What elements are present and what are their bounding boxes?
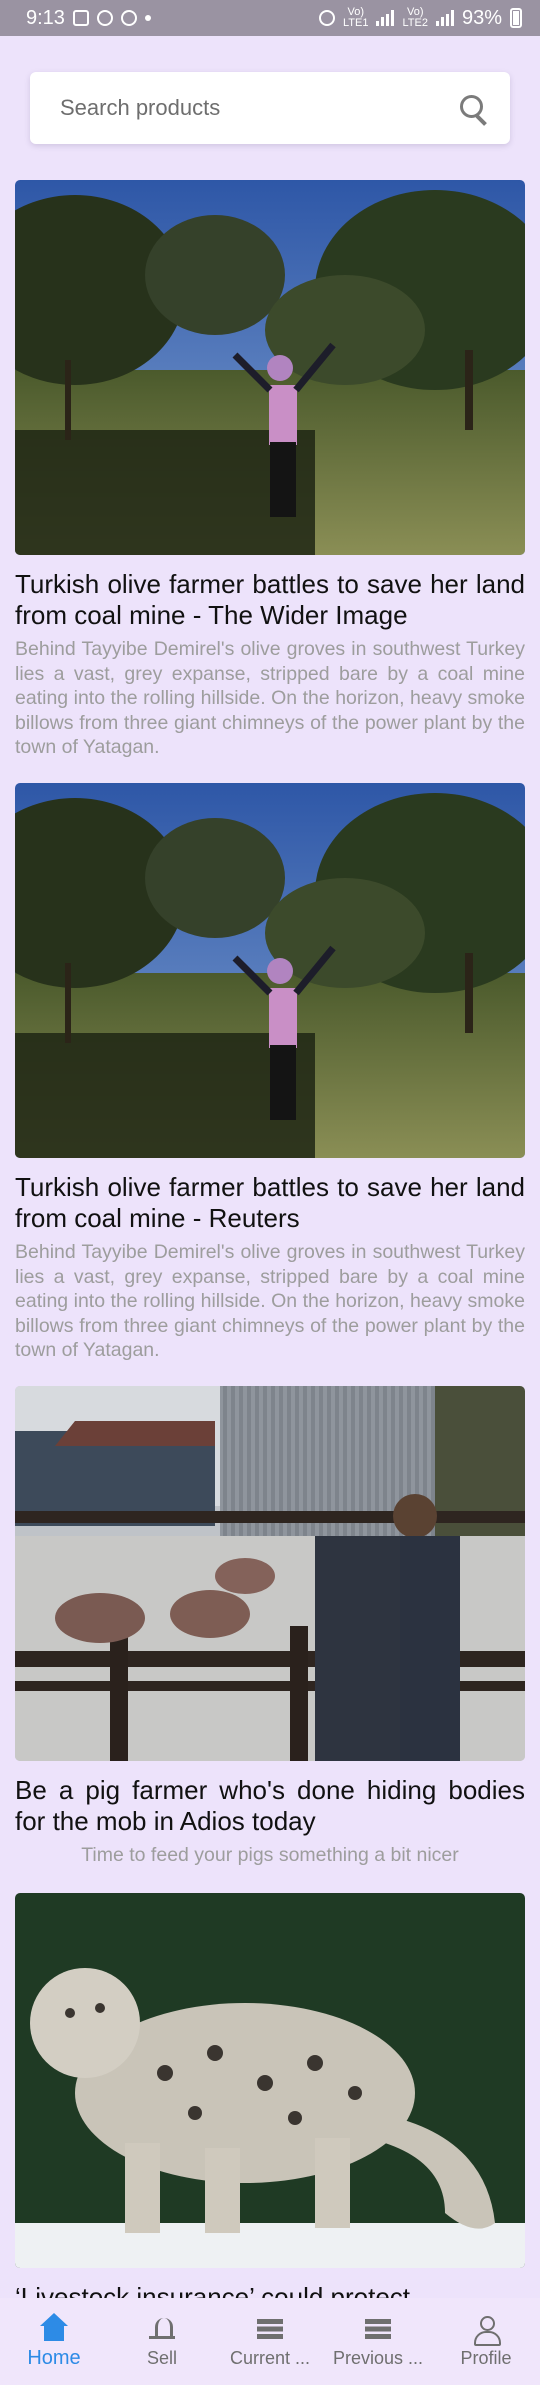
status-left: 9:13 [26, 7, 151, 30]
article-title[interactable]: Be a pig farmer who's done hiding bodies… [15, 1775, 525, 1837]
nav-sell[interactable]: Sell [108, 2314, 216, 2369]
home-icon [39, 2313, 69, 2343]
article-card-4[interactable]: ‘Livestock insurance’ could protect [15, 1893, 525, 2313]
whatsapp-notification-icon [96, 10, 113, 26]
nav-previous-label: Previous ... [332, 2348, 424, 2368]
nav-profile[interactable]: Profile [432, 2314, 540, 2369]
profile-icon [471, 2314, 501, 2346]
gallery-notification-icon [72, 10, 89, 26]
snow-leopard-photo[interactable] [15, 1893, 525, 2268]
article-card-3[interactable]: Be a pig farmer who's done hiding bodies… [15, 1386, 525, 1868]
status-right: Vo) LTE1 Vo) LTE2 93% [319, 7, 522, 30]
article-description: Time to feed your pigs something a bit n… [81, 1844, 459, 1866]
search-icon[interactable] [458, 93, 488, 123]
nav-current[interactable]: Current ... [216, 2314, 324, 2369]
network-1-label: Vo) LTE1 [343, 7, 368, 29]
bottom-navigation: Home Sell Current ... Previous ... Profi… [0, 2298, 540, 2385]
status-bar: 9:13 Vo) LTE1 Vo) LTE2 93% [0, 0, 540, 36]
list-icon [363, 2314, 393, 2344]
article-description: Behind Tayyibe Demirel's olive groves in… [15, 638, 525, 758]
lte-1-text: LTE1 [343, 17, 369, 29]
battery-percent: 93% [461, 6, 502, 29]
status-time: 9:13 [26, 6, 65, 29]
search-input[interactable] [60, 95, 440, 121]
pig-farm-game-screenshot[interactable] [15, 1386, 525, 1761]
battery-icon [510, 8, 522, 28]
signal-2-icon [435, 10, 454, 26]
nav-current-label: Current ... [229, 2348, 311, 2368]
nav-sell-label: Sell [146, 2348, 177, 2368]
lte-2-text: LTE2 [402, 17, 428, 29]
article-title[interactable]: Turkish olive farmer battles to save her… [15, 1172, 525, 1234]
list-icon [255, 2314, 285, 2344]
nav-home-label: Home [27, 2347, 81, 2369]
sell-icon [147, 2314, 177, 2344]
article-card-1[interactable]: Turkish olive farmer battles to save her… [15, 180, 525, 760]
olive-grove-woman-photo[interactable] [15, 783, 525, 1158]
search-bar[interactable] [30, 72, 510, 144]
nav-home[interactable]: Home [0, 2313, 108, 2370]
more-notifications-dot-icon [144, 15, 151, 21]
article-card-2[interactable]: Turkish olive farmer battles to save her… [15, 783, 525, 1363]
article-description: Behind Tayyibe Demirel's olive groves in… [15, 1241, 525, 1361]
signal-1-icon [376, 10, 395, 26]
olive-grove-woman-photo[interactable] [15, 180, 525, 555]
network-2-label: Vo) LTE2 [402, 7, 427, 29]
phone-notification-icon [120, 10, 137, 26]
wifi-icon [319, 10, 335, 26]
article-title[interactable]: Turkish olive farmer battles to save her… [15, 569, 525, 631]
nav-previous[interactable]: Previous ... [324, 2314, 432, 2369]
nav-profile-label: Profile [460, 2348, 512, 2368]
